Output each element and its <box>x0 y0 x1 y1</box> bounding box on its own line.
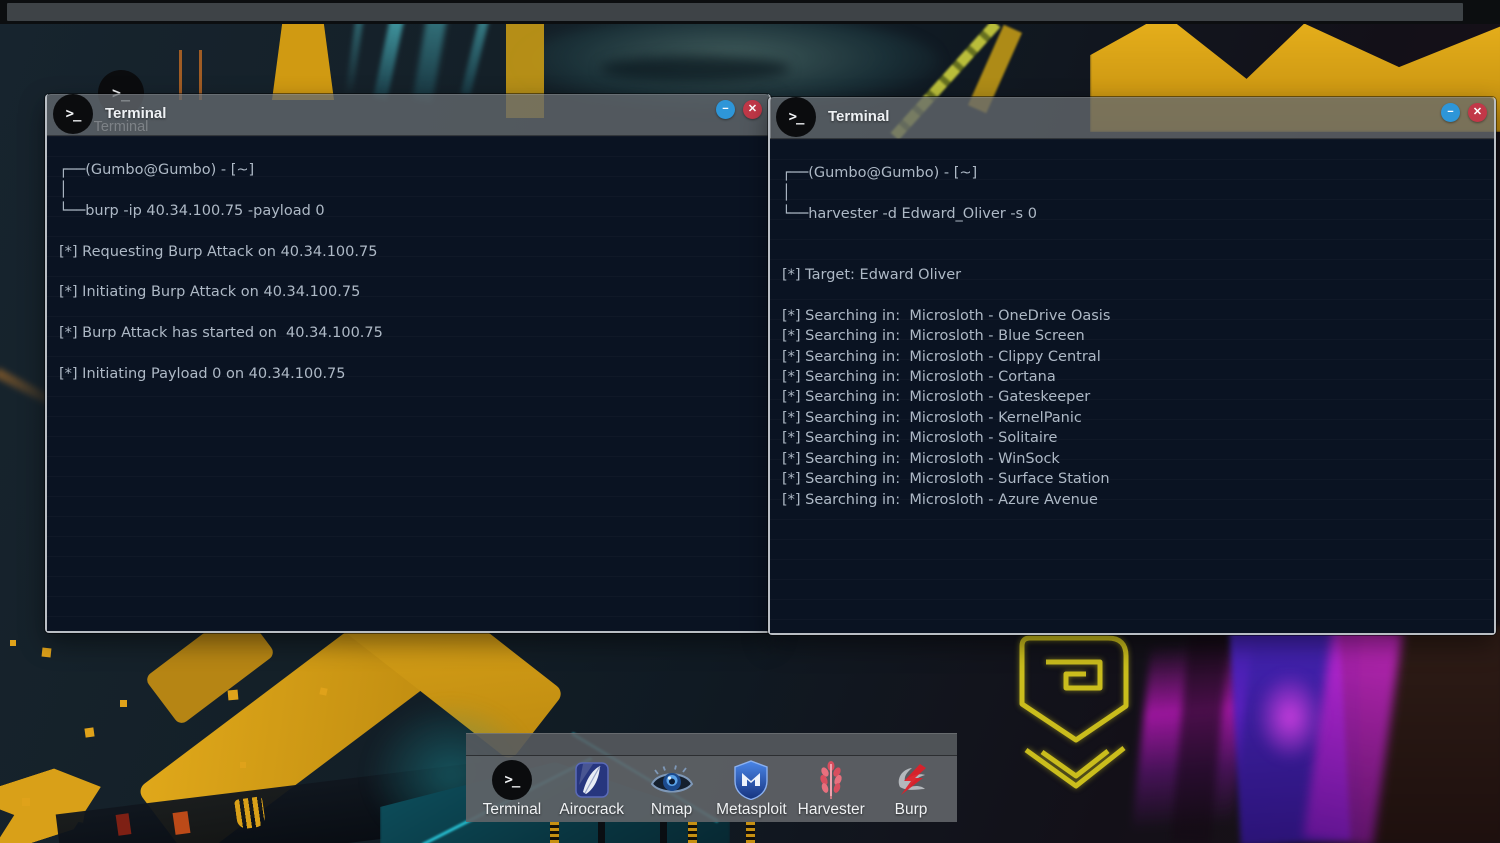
dock-item-label: Harvester <box>798 801 865 819</box>
wallpaper-line <box>199 50 202 100</box>
terminal-line: [*] Burp Attack has started on 40.34.100… <box>59 323 757 343</box>
terminal-glyph: >_ <box>504 772 519 788</box>
dock-item-airocrack[interactable]: Airocrack <box>554 760 630 819</box>
dock: >_ Terminal Airocrack <box>466 733 957 822</box>
dock-item-harvester[interactable]: Harvester <box>793 760 869 819</box>
terminal-line: [*] Searching in: Microsloth - Surface S… <box>782 469 1482 489</box>
wallpaper-pixel <box>120 700 127 707</box>
terminal-line: [*] Searching in: Microsloth - Cortana <box>782 367 1482 387</box>
dock-item-nmap[interactable]: Nmap <box>634 760 710 819</box>
dock-item-metasploit[interactable]: Metasploit <box>713 760 789 819</box>
terminal-line: │ <box>59 180 757 200</box>
wallpaper-cable <box>660 822 667 843</box>
top-panel <box>0 0 1500 24</box>
dock-handle <box>466 733 957 756</box>
wallpaper-cable <box>688 822 697 843</box>
terminal-glyph: >_ <box>789 109 804 125</box>
window-title: Terminal <box>105 105 166 122</box>
terminal-line <box>59 344 757 364</box>
airocrack-icon <box>573 760 611 800</box>
terminal-body[interactable]: ┌──(Gumbo@Gumbo) - [~]│└──burp -ip 40.34… <box>47 136 769 631</box>
minimize-button[interactable]: − <box>716 100 735 119</box>
dock-item-label: Terminal <box>483 801 542 819</box>
terminal-prompt-block: ┌──(Gumbo@Gumbo) - [~]│└──harvester -d E… <box>782 163 1482 224</box>
terminal-line <box>782 245 1482 265</box>
close-button[interactable]: ✕ <box>743 100 762 119</box>
terminal-line: [*] Searching in: Microsloth - Blue Scre… <box>782 326 1482 346</box>
wallpaper-pixel <box>319 687 327 695</box>
desktop-screen: >_ Terminal Notepad >_ Terminal − ✕ ┌──(… <box>0 0 1500 843</box>
dock-item-burp[interactable]: Burp <box>873 760 949 819</box>
wallpaper-pixel <box>10 640 16 646</box>
terminal-prompt-block: ┌──(Gumbo@Gumbo) - [~]│└──burp -ip 40.34… <box>59 160 757 221</box>
wallpaper-cable <box>550 822 559 843</box>
terminal-line: │ <box>782 183 1482 203</box>
terminal-line <box>59 221 757 241</box>
wallpaper-cable <box>746 822 755 843</box>
window-titlebar[interactable]: >_ Terminal − ✕ <box>770 97 1494 139</box>
terminal-glyph: >_ <box>66 106 81 122</box>
wallpaper-detail <box>116 813 132 836</box>
wallpaper-pixel <box>240 762 246 768</box>
wallpaper-shadow <box>600 56 790 82</box>
terminal-window-harvester: >_ Terminal − ✕ ┌──(Gumbo@Gumbo) - [~]│└… <box>768 97 1496 635</box>
terminal-line: [*] Searching in: Microsloth - Azure Ave… <box>782 490 1482 510</box>
terminal-line: └──burp -ip 40.34.100.75 -payload 0 <box>59 201 757 221</box>
wallpaper-line <box>179 50 182 100</box>
minimize-button[interactable]: − <box>1441 103 1460 122</box>
dock-item-label: Airocrack <box>559 801 624 819</box>
metasploit-icon <box>734 760 768 800</box>
wallpaper-glove-emblem <box>234 796 266 830</box>
wallpaper-pixel <box>42 648 52 658</box>
terminal-line: ┌──(Gumbo@Gumbo) - [~] <box>59 160 757 180</box>
terminal-line: [*] Initiating Payload 0 on 40.34.100.75 <box>59 364 757 384</box>
terminal-icon: >_ <box>492 760 532 800</box>
dock-item-terminal[interactable]: >_ Terminal <box>474 760 550 819</box>
terminal-icon: >_ <box>53 94 93 134</box>
terminal-icon: >_ <box>776 97 816 137</box>
terminal-window-burp: >_ Terminal − ✕ ┌──(Gumbo@Gumbo) - [~]│└… <box>45 94 771 633</box>
harvester-icon <box>816 760 846 800</box>
wallpaper-pixel <box>228 690 239 701</box>
dock-item-label: Burp <box>895 801 928 819</box>
wallpaper-magenta-glow <box>1255 672 1325 762</box>
terminal-line: [*] Searching in: Microsloth - Solitaire <box>782 428 1482 448</box>
terminal-line <box>59 262 757 282</box>
terminal-line: └──harvester -d Edward_Oliver -s 0 <box>782 204 1482 224</box>
dock-item-label: Metasploit <box>716 801 787 819</box>
wallpaper-pixel <box>84 727 94 737</box>
terminal-line <box>59 303 757 323</box>
nmap-icon <box>650 760 694 800</box>
terminal-line: [*] Target: Edward Oliver <box>782 265 1482 285</box>
dock-icon-row: >_ Terminal Airocrack <box>466 756 957 822</box>
window-title: Terminal <box>828 108 889 125</box>
wallpaper-detail <box>173 811 191 835</box>
window-titlebar[interactable]: >_ Terminal − ✕ <box>47 94 769 136</box>
terminal-output-block: [*] Target: Edward Oliver [*] Searching … <box>782 224 1482 510</box>
top-panel-bar <box>7 3 1463 21</box>
dock-item-label: Nmap <box>651 801 692 819</box>
terminal-line <box>782 285 1482 305</box>
terminal-line: [*] Searching in: Microsloth - Gateskeep… <box>782 387 1482 407</box>
terminal-line: [*] Searching in: Microsloth - KernelPan… <box>782 408 1482 428</box>
wallpaper-cable <box>598 822 605 843</box>
terminal-line: [*] Searching in: Microsloth - WinSock <box>782 449 1482 469</box>
terminal-line: [*] Initiating Burp Attack on 40.34.100.… <box>59 282 757 302</box>
terminal-line: ┌──(Gumbo@Gumbo) - [~] <box>782 163 1482 183</box>
terminal-line: [*] Searching in: Microsloth - Clippy Ce… <box>782 347 1482 367</box>
burp-icon <box>892 760 930 800</box>
terminal-line: [*] Requesting Burp Attack on 40.34.100.… <box>59 242 757 262</box>
terminal-output-block: [*] Requesting Burp Attack on 40.34.100.… <box>59 221 757 384</box>
wallpaper-shield-emblem <box>1012 630 1142 802</box>
close-button[interactable]: ✕ <box>1468 103 1487 122</box>
terminal-line: [*] Searching in: Microsloth - OneDrive … <box>782 306 1482 326</box>
terminal-line <box>782 224 1482 244</box>
terminal-body[interactable]: ┌──(Gumbo@Gumbo) - [~]│└──harvester -d E… <box>770 139 1494 633</box>
wallpaper-pixel <box>22 798 30 806</box>
